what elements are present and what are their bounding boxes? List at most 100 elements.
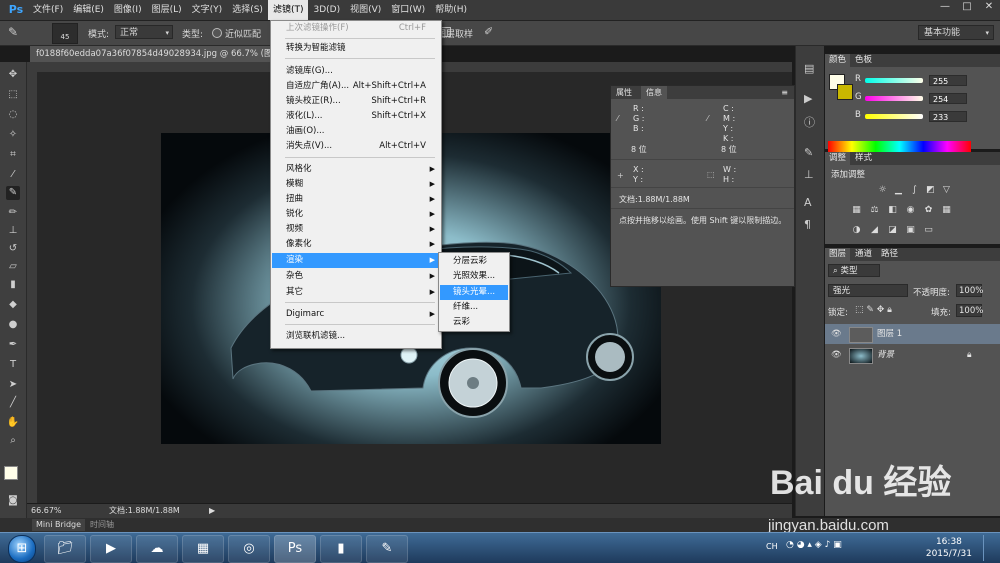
tab-paths[interactable]: 路径 [877, 248, 902, 261]
hand-tool-icon[interactable]: ✋ [6, 416, 20, 430]
history-brush-tool-icon[interactable]: ↺ [6, 242, 20, 256]
menu-item-sharpen[interactable]: 锐化 ▶ [272, 207, 440, 222]
actions-icon[interactable]: ▶ [804, 92, 812, 105]
color-balance-icon[interactable]: ⚖ [869, 205, 880, 216]
menu-item-browse-online-filters[interactable]: 浏览联机滤镜... [272, 329, 440, 344]
menu-item-vanishing-point[interactable]: 消失点(V)... Alt+Ctrl+V [272, 139, 440, 154]
gradient-tool-icon[interactable]: ▮ [6, 278, 20, 292]
menu-item-noise[interactable]: 杂色 ▶ [272, 269, 440, 284]
submenu-item-fibers[interactable]: 纤维... [440, 300, 508, 315]
menu-edit[interactable]: 编辑(E) [68, 0, 109, 20]
tab-color[interactable]: 颜色 [825, 54, 851, 67]
layer-row[interactable]: 👁︎ 背景 🔒︎ [825, 345, 1000, 365]
status-arrow-icon[interactable]: ▶ [209, 504, 215, 518]
opacity-field[interactable]: 100% [956, 284, 983, 297]
submenu-item-clouds[interactable]: 云彩 [440, 315, 508, 330]
lasso-tool-icon[interactable]: ◌ [6, 108, 20, 122]
fill-field[interactable]: 100% [956, 304, 983, 317]
invert-icon[interactable]: ◑ [851, 225, 862, 236]
quick-select-tool-icon[interactable]: ✧ [6, 128, 20, 142]
brush-preset-icon[interactable]: ✎ [804, 146, 813, 159]
pressure-icon[interactable]: ✐ [484, 25, 493, 38]
paragraph-icon[interactable]: ¶ [804, 218, 811, 231]
tab-mini-bridge[interactable]: Mini Bridge [32, 519, 86, 531]
blue-value-field[interactable]: 233 [929, 111, 967, 122]
green-value-field[interactable]: 254 [929, 93, 967, 104]
character-icon[interactable]: A [804, 196, 812, 209]
taskbar-clock[interactable]: 16:38 2015/7/31 [926, 536, 972, 560]
eraser-tool-icon[interactable]: ▱ [6, 260, 20, 274]
crop-tool-icon[interactable]: ⌗ [6, 148, 20, 162]
visibility-eye-icon[interactable]: 👁︎ [831, 345, 842, 365]
tab-adjustments[interactable]: 调整 [825, 152, 851, 165]
dodge-tool-icon[interactable]: ● [6, 318, 20, 332]
mode-select[interactable]: 正常 ▾ [115, 25, 173, 39]
healing-brush-icon[interactable]: ✎ [8, 25, 26, 41]
system-tray-icons[interactable]: ◔ ◕ ▴ ◈ ♪ ▣ [786, 540, 842, 550]
explorer-taskbar-icon[interactable]: 📁︎ [44, 535, 86, 563]
brightness-icon[interactable]: ☼ [877, 185, 888, 196]
close-button[interactable]: ✕ [978, 0, 1000, 14]
menu-item-oil-paint[interactable]: 油画(O)... [272, 124, 440, 139]
history-icon[interactable]: ▤ [804, 62, 814, 75]
minimize-button[interactable]: — [934, 0, 956, 14]
hue-saturation-icon[interactable]: ▦ [851, 205, 862, 216]
layer-row[interactable]: 👁︎ 图层 1 [825, 324, 1000, 344]
photo-filter-icon[interactable]: ◉ [905, 205, 916, 216]
zoom-readout[interactable]: 66.67% [31, 504, 62, 518]
tab-properties[interactable]: 属性 [611, 86, 637, 99]
proximity-match-radio[interactable] [212, 28, 222, 38]
posterize-icon[interactable]: ◢ [869, 225, 880, 236]
menu-item-pixelate[interactable]: 像素化 ▶ [272, 237, 440, 252]
menu-filter[interactable]: 滤镜(T) [267, 0, 309, 20]
menu-item-stylize[interactable]: 风格化 ▶ [272, 162, 440, 177]
type-tool-icon[interactable]: T [6, 358, 20, 372]
line-tool-icon[interactable]: ╱ [6, 396, 20, 410]
vibrance-icon[interactable]: ▽ [941, 185, 952, 196]
eyedropper-tool-icon[interactable]: ⁄ [6, 168, 20, 182]
maximize-button[interactable]: □ [956, 0, 978, 14]
cloud-taskbar-icon[interactable]: ☁ [136, 535, 178, 563]
quick-mask-icon[interactable]: ◙ [6, 494, 20, 508]
panel-menu-icon[interactable]: ≡ [781, 86, 788, 99]
color-lookup-icon[interactable]: ▦ [941, 205, 952, 216]
start-button[interactable]: ⊞ [8, 535, 36, 563]
paint-taskbar-icon[interactable]: ✎ [366, 535, 408, 563]
menu-image[interactable]: 图像(I) [109, 0, 147, 20]
green-slider[interactable] [865, 96, 923, 101]
menu-item-render[interactable]: 渲染 ▶ [272, 253, 440, 268]
menu-item-digimarc[interactable]: Digimarc ▶ [272, 307, 440, 322]
submenu-item-lens-flare[interactable]: 镜头光晕... [440, 285, 508, 300]
menu-item-adaptive-wide-angle[interactable]: 自适应广角(A)... Alt+Shift+Ctrl+A [272, 79, 440, 94]
gradient-map-icon[interactable]: ▭ [923, 225, 934, 236]
selective-color-icon[interactable]: ▣ [905, 225, 916, 236]
submenu-item-difference-clouds[interactable]: 分层云彩 [440, 254, 508, 269]
menu-window[interactable]: 窗口(W) [386, 0, 430, 20]
menu-3d[interactable]: 3D(D) [308, 0, 345, 20]
blue-slider[interactable] [865, 114, 923, 119]
blend-mode-select[interactable]: 强光 [828, 284, 908, 297]
app-taskbar-icon[interactable]: ▮ [320, 535, 362, 563]
layer-filter-select[interactable]: ⌕ 类型 [828, 264, 880, 277]
menu-select[interactable]: 选择(S) [227, 0, 268, 20]
lock-icons[interactable]: ⬚ ✎ ✥ 🔒︎ [855, 305, 892, 315]
marquee-tool-icon[interactable]: ⬚ [6, 88, 20, 102]
menu-item-liquify[interactable]: 液化(L)... Shift+Ctrl+X [272, 109, 440, 124]
levels-icon[interactable]: ▁ [893, 185, 904, 196]
menu-layer[interactable]: 图层(L) [147, 0, 187, 20]
pen-tool-icon[interactable]: ✒ [6, 338, 20, 352]
threshold-icon[interactable]: ◪ [887, 225, 898, 236]
menu-file[interactable]: 文件(F) [28, 0, 68, 20]
tab-timeline[interactable]: 时间轴 [86, 519, 118, 531]
menu-view[interactable]: 视图(V) [345, 0, 386, 20]
menu-item-other[interactable]: 其它 ▶ [272, 285, 440, 300]
input-language-indicator[interactable]: CH [766, 542, 778, 551]
foreground-color-swatch[interactable] [4, 466, 18, 480]
menu-item-video[interactable]: 视频 ▶ [272, 222, 440, 237]
blur-tool-icon[interactable]: ◆ [6, 298, 20, 312]
layer-name[interactable]: 图层 1 [877, 324, 902, 344]
brush-size-picker[interactable]: 45 [52, 23, 78, 44]
menu-item-filter-gallery[interactable]: 滤镜库(G)... [272, 64, 440, 79]
workspace-select[interactable]: 基本功能 ▾ [918, 25, 994, 40]
tab-layers[interactable]: 图层 [825, 248, 851, 261]
